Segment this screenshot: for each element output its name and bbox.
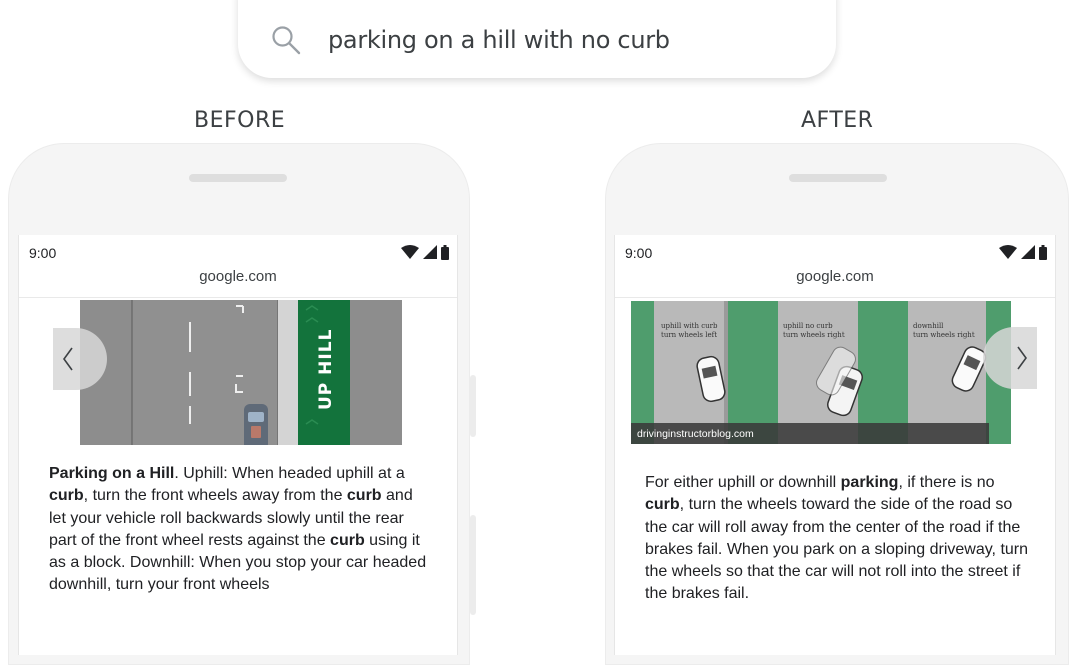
phone-speaker: [189, 174, 287, 182]
phone-screen: 9:00 google.com UP HILL Parking on a Hil…: [18, 235, 458, 655]
wifi-icon: [999, 245, 1017, 259]
url-bar[interactable]: google.com: [615, 268, 1055, 285]
before-phone: 9:00 google.com UP HILL Parking on a Hil…: [8, 143, 470, 665]
phone-side-button: [470, 515, 476, 615]
after-label: AFTER: [801, 108, 874, 133]
status-time: 9:00: [29, 245, 57, 261]
parking-diagram-image: uphill with curb turn wheels left uphill…: [631, 301, 1011, 444]
wifi-icon: [401, 245, 419, 259]
panel-caption: turn wheels right: [913, 331, 975, 339]
panel-caption: uphill with curb: [661, 322, 718, 330]
before-label: BEFORE: [194, 108, 286, 133]
url-bar[interactable]: google.com: [19, 268, 457, 285]
signal-icon: [1021, 245, 1035, 259]
panel-caption: turn wheels right: [783, 331, 845, 339]
search-icon: [272, 26, 301, 55]
status-bar: 9:00 google.com: [19, 235, 457, 298]
battery-icon: [441, 244, 449, 260]
status-time: 9:00: [625, 245, 653, 261]
phone-side-button: [470, 375, 476, 437]
signal-icon: [423, 245, 437, 259]
snippet-text: For either uphill or downhill parking, i…: [645, 474, 1029, 603]
carousel-prev-button[interactable]: [53, 328, 107, 390]
after-phone: 9:00 google.com uphill with curb turn wh…: [605, 143, 1069, 665]
snippet-text: Parking on a Hill. Uphill: When headed u…: [49, 465, 427, 594]
panel-caption: uphill no curb: [783, 322, 833, 330]
phone-speaker: [789, 174, 887, 182]
carousel-next-button[interactable]: [983, 327, 1037, 389]
uphill-sign-text: UP HILL: [316, 329, 336, 410]
image-source[interactable]: drivinginstructorblog.com: [637, 428, 754, 440]
battery-icon: [1039, 244, 1047, 260]
parking-diagram-image: UP HILL: [80, 300, 402, 445]
status-bar: 9:00 google.com: [615, 235, 1055, 298]
panel-caption: turn wheels left: [661, 331, 717, 339]
panel-caption: downhill: [913, 322, 944, 330]
search-query[interactable]: parking on a hill with no curb: [328, 26, 670, 54]
phone-screen: 9:00 google.com uphill with curb turn wh…: [614, 235, 1056, 655]
